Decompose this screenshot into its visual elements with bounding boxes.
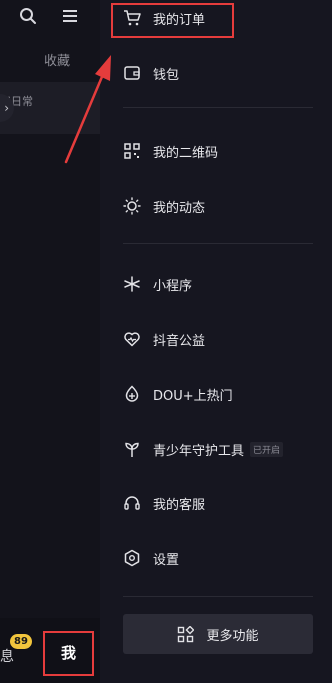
- dou-plus-icon: [123, 385, 141, 403]
- mini-program-icon: [123, 275, 141, 293]
- menu-item-label: 我的客服: [153, 497, 206, 513]
- menu-item-wallet[interactable]: 钱包: [123, 61, 323, 85]
- nav-messages-label[interactable]: 息: [0, 646, 14, 666]
- menu-item-label: 小程序: [153, 278, 193, 294]
- search-icon[interactable]: [18, 6, 38, 26]
- menu-item-my-activity[interactable]: 我的动态: [123, 194, 323, 218]
- status-badge: 已开启: [250, 441, 284, 457]
- headset-icon: [123, 494, 141, 512]
- menu-item-teen-protection[interactable]: 青少年守护工具 已开启: [123, 437, 323, 461]
- side-drawer: 我的订单 钱包 我的二维码 我的动态 小程序 抖音公益 DOU+上热门 青少年守…: [100, 0, 332, 683]
- menu-item-label: 抖音公益: [153, 333, 206, 349]
- grid-icon: [177, 624, 196, 643]
- activity-icon: [123, 197, 141, 215]
- menu-item-label: 钱包: [153, 67, 180, 83]
- menu-item-label: 青少年守护工具: [153, 443, 245, 459]
- cart-icon: [123, 9, 141, 27]
- menu-item-label: 我的二维码: [153, 145, 219, 161]
- hamburger-menu-icon[interactable]: [60, 6, 80, 26]
- menu-item-my-qrcode[interactable]: 我的二维码: [123, 139, 323, 163]
- more-features-label: 更多功能: [206, 628, 259, 644]
- menu-item-dou-plus[interactable]: DOU+上热门: [123, 382, 323, 406]
- messages-badge: 89: [10, 634, 32, 649]
- nav-me-tab[interactable]: 我: [43, 631, 94, 676]
- menu-item-customer-service[interactable]: 我的客服: [123, 491, 323, 515]
- more-features-button[interactable]: 更多功能: [123, 614, 313, 654]
- menu-item-label: DOU+上热门: [153, 388, 233, 404]
- sprout-icon: [123, 440, 141, 458]
- divider: [123, 107, 313, 108]
- tab-favorites[interactable]: 收藏: [44, 50, 70, 69]
- divider: [123, 596, 313, 597]
- menu-item-label: 我的订单: [153, 12, 206, 28]
- menu-item-mini-programs[interactable]: 小程序: [123, 272, 323, 296]
- wallet-icon: [123, 64, 141, 82]
- menu-item-label: 我的动态: [153, 200, 206, 216]
- charity-heart-icon: [123, 330, 141, 348]
- menu-item-douyin-charity[interactable]: 抖音公益: [123, 327, 323, 351]
- qrcode-icon: [123, 142, 141, 160]
- menu-item-label: 设置: [153, 552, 180, 568]
- menu-item-settings[interactable]: 设置: [123, 546, 323, 570]
- divider: [123, 243, 313, 244]
- menu-item-my-orders[interactable]: 我的订单: [123, 6, 323, 30]
- settings-icon: [123, 549, 141, 567]
- background-profile-page: 收藏 和日常 › 息 89 我: [0, 0, 100, 683]
